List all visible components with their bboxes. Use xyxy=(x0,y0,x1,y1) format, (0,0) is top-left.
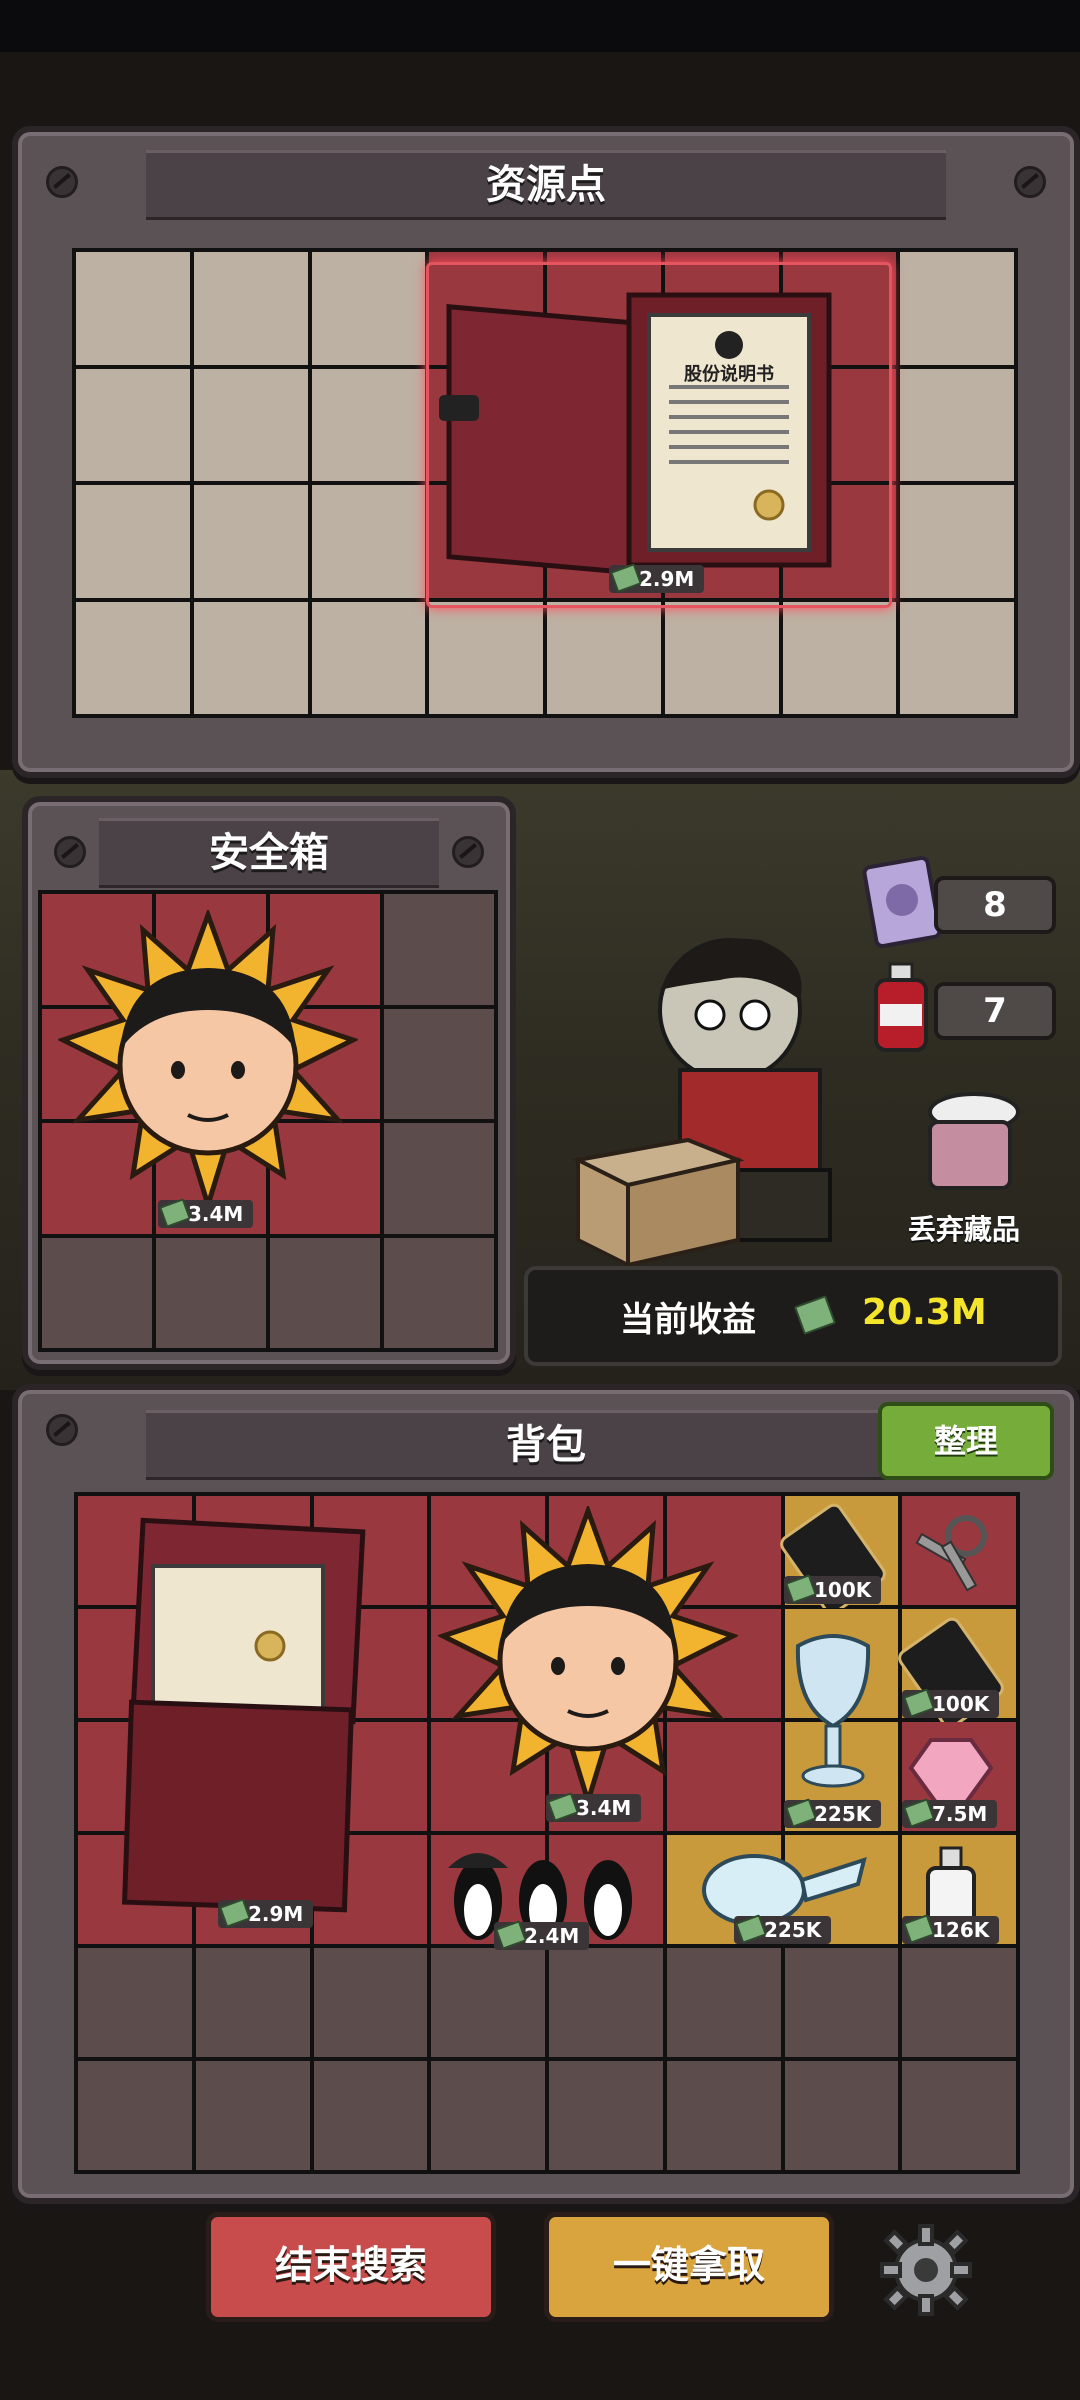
backpack-panel-title: 背包 xyxy=(146,1410,946,1480)
organize-button[interactable]: 整理 xyxy=(878,1402,1054,1480)
price-tag: 2.4M xyxy=(494,1920,590,1950)
income-bar: 当前收益 20.3M xyxy=(524,1266,1062,1366)
keys-icon xyxy=(915,1515,987,1592)
cash-icon xyxy=(547,1792,579,1822)
price-tag: 3.4M xyxy=(546,1792,642,1822)
trophy-icon xyxy=(795,1634,871,1788)
screw-icon xyxy=(46,166,78,198)
discard-label[interactable]: 丢弃藏品 xyxy=(908,1208,1020,1248)
end-search-button[interactable]: 结束搜索 xyxy=(206,2212,496,2322)
stock-prospectus-item[interactable]: 2.9M xyxy=(108,1506,378,1936)
price-tag: 225K xyxy=(784,1798,882,1828)
cash-icon xyxy=(903,1914,935,1944)
cash-icon xyxy=(495,1920,527,1950)
cash-icon xyxy=(785,1798,817,1828)
screw-icon xyxy=(452,836,484,868)
face-sticker-item[interactable]: 3.4M xyxy=(436,1503,740,1822)
penguin-figures-item[interactable]: 2.4M xyxy=(438,1840,648,1950)
income-label: 当前收益 xyxy=(620,1300,756,1340)
gear-icon[interactable] xyxy=(876,2220,976,2320)
cash-icon xyxy=(903,1688,935,1718)
document-title: 股份说明书 xyxy=(684,364,774,385)
resource-panel-title: 资源点 xyxy=(146,150,946,220)
serum-count: 7 xyxy=(934,982,1056,1040)
price-tag: 7.5M xyxy=(902,1798,998,1828)
notebook-icon[interactable] xyxy=(862,856,942,948)
pink-gem-item[interactable]: 7.5M xyxy=(896,1728,1006,1834)
cash-icon xyxy=(785,1574,817,1604)
porcelain-teapot-item[interactable]: 225K xyxy=(674,1840,884,1950)
sun-face-icon xyxy=(56,907,360,1214)
serum-bottle-icon[interactable] xyxy=(868,960,934,1056)
folder-icon xyxy=(121,1517,366,1913)
screw-icon xyxy=(54,836,86,868)
stock-prospectus-item[interactable]: 股份说明书 2.9M xyxy=(426,262,892,608)
take-all-button[interactable]: 一键拿取 xyxy=(544,2212,834,2322)
price-tag: 225K xyxy=(734,1914,832,1944)
cash-icon xyxy=(610,563,642,593)
cash-icon xyxy=(735,1914,767,1944)
keys-item[interactable] xyxy=(896,1506,1006,1606)
cash-icon xyxy=(159,1198,191,1228)
cash-icon xyxy=(219,1898,251,1928)
backpack-panel: 背包 整理 2.9M 3.4M 2.4M 100K 100K 225K 7.5M… xyxy=(12,1384,1080,2204)
cash-icon xyxy=(793,1295,837,1335)
price-tag: 3.4M xyxy=(158,1198,254,1228)
cardboard-box xyxy=(568,1130,748,1270)
price-tag: 2.9M xyxy=(609,563,705,593)
eye-drops-item[interactable]: 126K xyxy=(896,1840,1006,1946)
income-value: 20.3M xyxy=(862,1292,987,1333)
price-tag: 100K xyxy=(784,1574,882,1604)
price-tag: 126K xyxy=(902,1914,1000,1944)
screw-icon xyxy=(1014,166,1046,198)
safebox-panel-title: 安全箱 xyxy=(99,818,439,888)
status-bar xyxy=(0,0,1080,52)
price-tag: 2.9M xyxy=(218,1898,314,1928)
cash-icon xyxy=(903,1798,935,1828)
black-card-item[interactable]: 100K xyxy=(778,1502,888,1615)
sun-face-icon xyxy=(436,1503,740,1810)
notebook-count: 8 xyxy=(934,876,1056,934)
screw-icon xyxy=(46,1414,78,1446)
folder-icon xyxy=(439,292,832,577)
resource-panel: 资源点 股份说明书 2.9M xyxy=(12,126,1080,778)
price-tag: 100K xyxy=(902,1688,1000,1718)
black-card-item[interactable]: 100K xyxy=(896,1616,1006,1729)
face-sticker-item[interactable]: 3.4M xyxy=(56,907,360,1228)
trash-can-icon[interactable] xyxy=(908,1086,1024,1196)
trophy-item[interactable]: 225K xyxy=(778,1616,888,1836)
safebox-panel: 安全箱 3.4M xyxy=(22,796,516,1370)
